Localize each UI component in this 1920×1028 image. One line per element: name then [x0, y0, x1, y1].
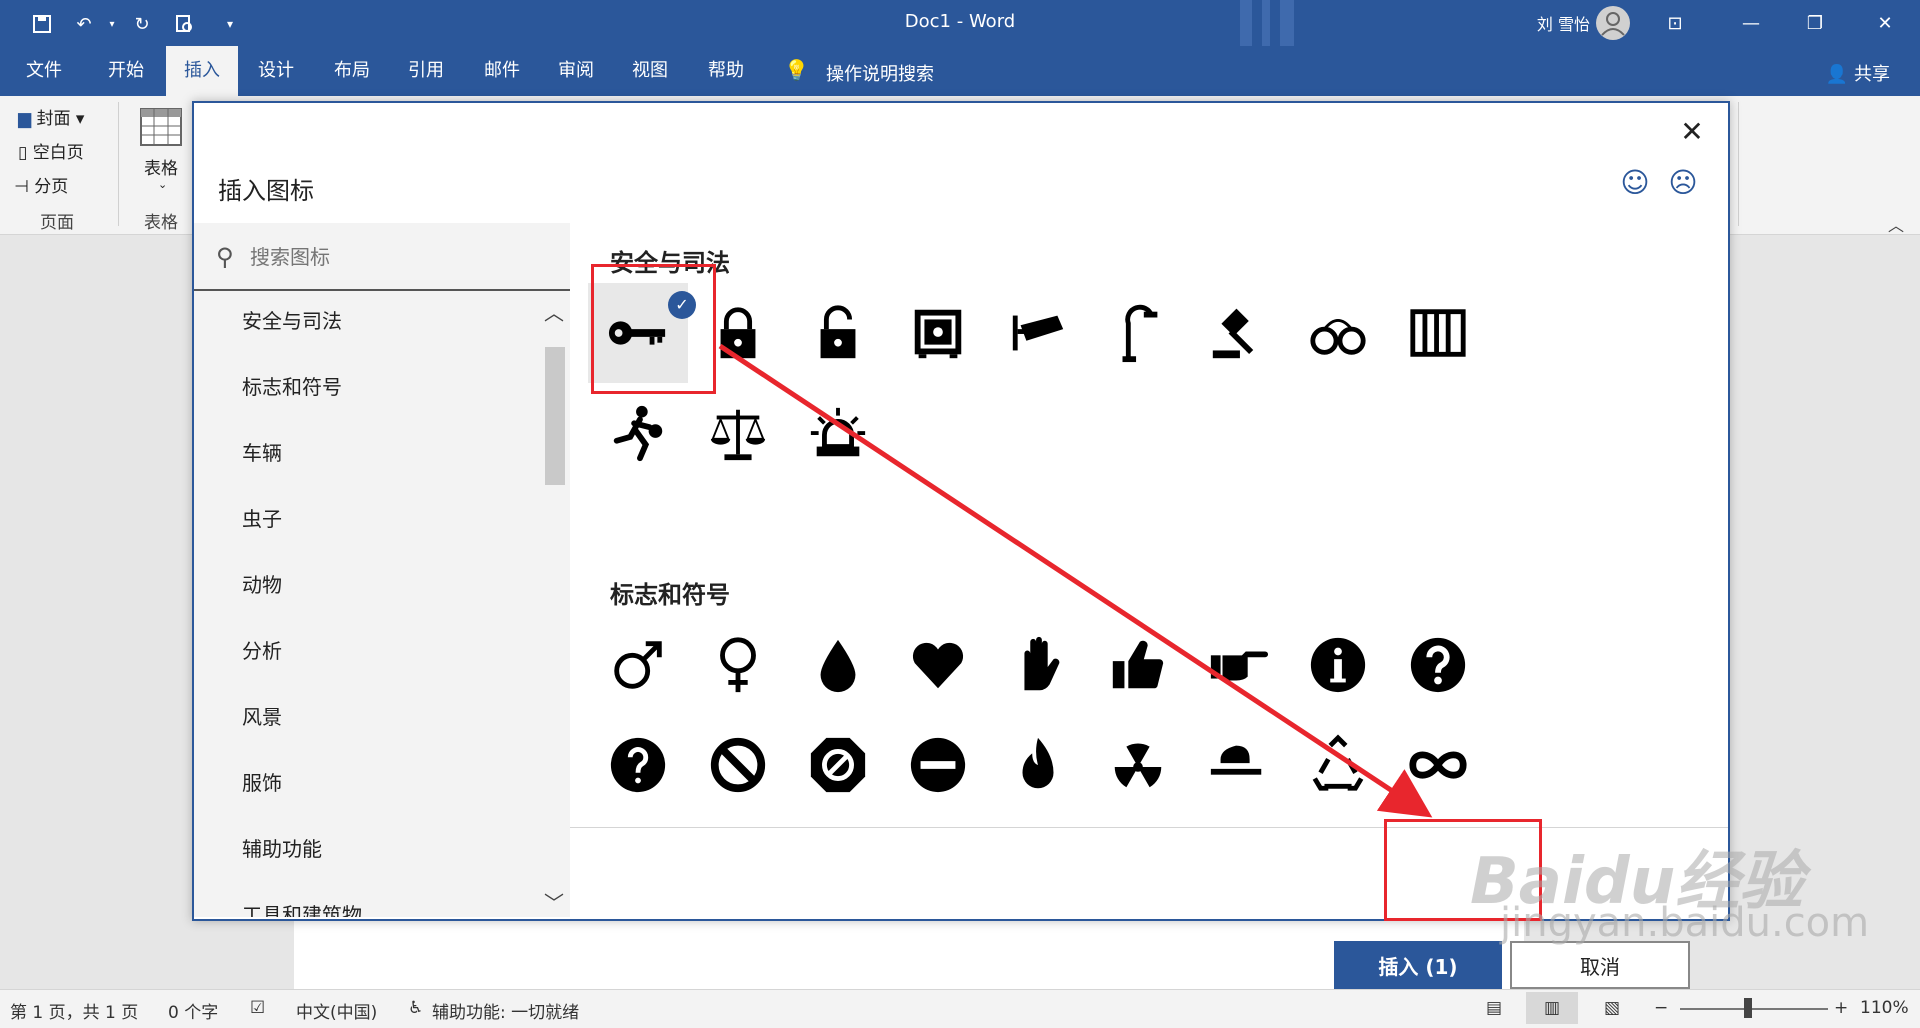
- watermark-url: jingyan.baidu.com: [1500, 900, 1870, 946]
